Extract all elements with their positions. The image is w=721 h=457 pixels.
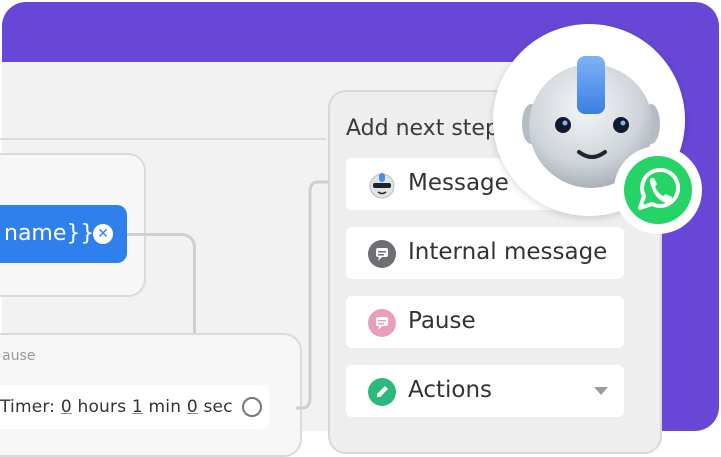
hours-unit: hours — [77, 397, 127, 417]
minutes-value-input[interactable]: 1 — [132, 397, 143, 417]
timer-row: Timer: 0 hours 1 min 0 sec — [0, 385, 269, 429]
option-actions[interactable]: Actions — [346, 365, 624, 417]
panel-title: Add next step — [346, 116, 499, 141]
chevron-down-icon[interactable] — [594, 387, 608, 395]
hours-value-input[interactable]: 0 — [61, 397, 72, 417]
option-pause[interactable]: Pause — [346, 296, 624, 348]
internal-message-icon — [368, 240, 396, 268]
pause-icon — [368, 309, 396, 337]
whatsapp-icon — [624, 156, 692, 224]
timer-label: Timer: — [0, 397, 56, 417]
pencil-icon — [368, 378, 396, 406]
option-actions-label: Actions — [408, 377, 493, 403]
flow-connector-right — [296, 180, 328, 410]
flow-connector — [127, 233, 196, 336]
close-icon[interactable]: ✕ — [93, 224, 113, 244]
option-internal-message[interactable]: Internal message — [346, 227, 624, 279]
variable-chip[interactable]: name}} ✕ — [0, 205, 127, 263]
timer-radio[interactable] — [242, 397, 262, 417]
seconds-value-input[interactable]: 0 — [187, 397, 198, 417]
bot-face-icon — [368, 171, 396, 199]
seconds-unit: sec — [203, 397, 233, 417]
whatsapp-badge — [614, 146, 702, 234]
minutes-unit: min — [148, 397, 182, 417]
pause-node-title: ause — [2, 348, 36, 364]
option-pause-label: Pause — [408, 308, 476, 334]
option-internal-message-label: Internal message — [408, 239, 608, 265]
divider — [0, 138, 326, 140]
flow-node-pause[interactable]: ause Timer: 0 hours 1 min 0 sec — [0, 333, 302, 457]
timer-text: Timer: 0 hours 1 min 0 sec — [0, 397, 233, 417]
variable-chip-label: name}} — [4, 221, 95, 246]
